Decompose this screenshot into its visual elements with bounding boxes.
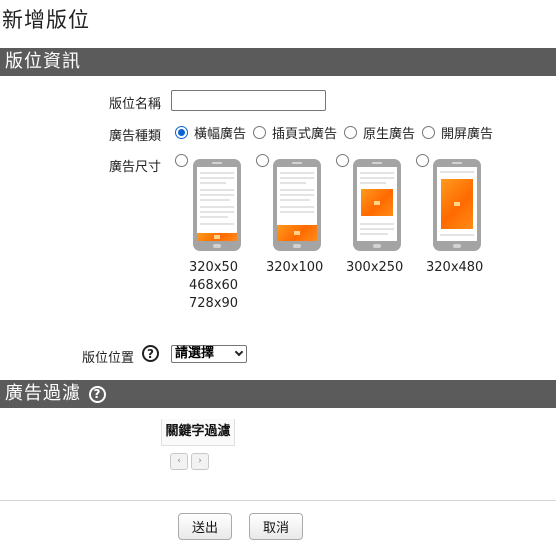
cancel-button[interactable]: 取消 <box>249 513 303 540</box>
name-input[interactable] <box>171 90 326 111</box>
type-option-banner[interactable]: 橫幅廣告 <box>175 123 246 142</box>
page-title: 新增版位 <box>2 8 90 32</box>
size-text: 320x480 <box>426 260 484 275</box>
chevron-left-icon[interactable]: ‹ <box>170 453 188 470</box>
submit-button[interactable]: 送出 <box>178 513 232 540</box>
radio-banner[interactable] <box>175 126 188 139</box>
ad-large-banner-graphic <box>277 225 317 241</box>
section-title: 版位資訊 <box>5 51 81 72</box>
radio-splash[interactable] <box>422 126 436 139</box>
size-text: 300x250 <box>346 260 404 275</box>
section-title: 廣告過濾 <box>5 383 81 404</box>
type-option-label: 開屏廣告 <box>441 127 494 142</box>
size-label: 廣告尺寸 <box>109 160 162 175</box>
name-label: 版位名稱 <box>109 97 162 112</box>
ad-rectangle-graphic <box>361 189 393 216</box>
type-radio-group: 橫幅廣告 插頁式廣告 原生廣告 開屏廣告 <box>175 123 500 142</box>
type-option-label: 插頁式廣告 <box>272 127 338 142</box>
radio-size-300x250[interactable] <box>336 154 349 167</box>
radio-native[interactable] <box>344 126 358 139</box>
radio-size-320x480[interactable] <box>416 154 429 167</box>
type-option-label: 原生廣告 <box>363 127 416 142</box>
radio-size-320x100[interactable] <box>256 154 269 167</box>
radio-size-320x50[interactable] <box>175 154 188 167</box>
phone-preview-large-banner <box>273 159 321 251</box>
phone-preview-fullscreen <box>433 159 481 251</box>
help-circle-icon[interactable]: ? <box>142 345 159 362</box>
phone-preview-rectangle <box>353 159 401 251</box>
radio-interstitial[interactable] <box>253 126 267 139</box>
section-header-info: 版位資訊 <box>0 48 556 76</box>
size-text: 468x60 <box>189 278 239 293</box>
chevron-down-icon <box>234 347 244 357</box>
type-option-interstitial[interactable]: 插頁式廣告 <box>253 123 337 142</box>
phone-preview-banner <box>193 159 241 251</box>
divider <box>0 500 556 501</box>
position-select-value: 請選擇 <box>175 346 215 361</box>
section-header-filter: 廣告過濾 ? <box>0 380 556 408</box>
type-option-native[interactable]: 原生廣告 <box>344 123 415 142</box>
keyword-filter-header: 關鍵字過濾 <box>161 419 235 446</box>
ad-banner-graphic <box>197 233 237 241</box>
help-circle-icon[interactable]: ? <box>89 385 106 403</box>
type-label: 廣告種類 <box>109 129 162 144</box>
ad-fullscreen-graphic <box>441 179 473 229</box>
size-text: 320x50 <box>189 260 239 275</box>
type-option-splash[interactable]: 開屏廣告 <box>422 123 493 142</box>
type-option-label: 橫幅廣告 <box>194 127 247 142</box>
size-text: 320x100 <box>266 260 324 275</box>
position-select[interactable]: 請選擇 <box>171 345 247 363</box>
size-text: 728x90 <box>189 296 239 311</box>
position-label: 版位位置 <box>82 351 135 366</box>
chevron-right-icon[interactable]: › <box>191 453 209 470</box>
